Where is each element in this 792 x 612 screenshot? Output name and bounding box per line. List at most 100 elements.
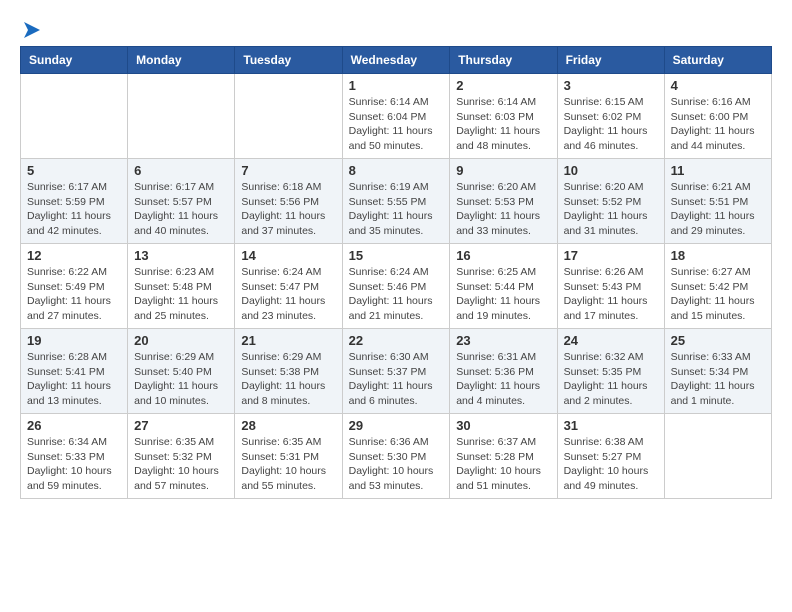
day-info: Sunrise: 6:36 AM Sunset: 5:30 PM Dayligh… <box>349 435 444 494</box>
day-info: Sunrise: 6:27 AM Sunset: 5:42 PM Dayligh… <box>671 265 765 324</box>
day-info: Sunrise: 6:28 AM Sunset: 5:41 PM Dayligh… <box>27 350 121 409</box>
day-number: 26 <box>27 418 121 433</box>
day-number: 11 <box>671 163 765 178</box>
calendar-week-row: 19 Sunrise: 6:28 AM Sunset: 5:41 PM Dayli… <box>21 329 772 414</box>
day-info: Sunrise: 6:17 AM Sunset: 5:59 PM Dayligh… <box>27 180 121 239</box>
day-info: Sunrise: 6:25 AM Sunset: 5:44 PM Dayligh… <box>456 265 550 324</box>
day-info: Sunrise: 6:19 AM Sunset: 5:55 PM Dayligh… <box>349 180 444 239</box>
day-info: Sunrise: 6:35 AM Sunset: 5:32 PM Dayligh… <box>134 435 228 494</box>
calendar-cell <box>235 74 342 159</box>
day-header-wednesday: Wednesday <box>342 47 450 74</box>
day-info: Sunrise: 6:17 AM Sunset: 5:57 PM Dayligh… <box>134 180 228 239</box>
day-info: Sunrise: 6:34 AM Sunset: 5:33 PM Dayligh… <box>27 435 121 494</box>
day-number: 4 <box>671 78 765 93</box>
day-header-thursday: Thursday <box>450 47 557 74</box>
calendar-week-row: 1Sunrise: 6:14 AM Sunset: 6:04 PM Daylig… <box>21 74 772 159</box>
day-number: 18 <box>671 248 765 263</box>
calendar-cell: 23 Sunrise: 6:31 AM Sunset: 5:36 PM Dayli… <box>450 329 557 414</box>
calendar-cell: 16 Sunrise: 6:25 AM Sunset: 5:44 PM Dayli… <box>450 244 557 329</box>
day-header-tuesday: Tuesday <box>235 47 342 74</box>
calendar-cell: 8 Sunrise: 6:19 AM Sunset: 5:55 PM Daylig… <box>342 159 450 244</box>
calendar-cell: 31 Sunrise: 6:38 AM Sunset: 5:27 PM Dayli… <box>557 414 664 499</box>
day-info: Sunrise: 6:24 AM Sunset: 5:47 PM Dayligh… <box>241 265 335 324</box>
day-number: 10 <box>564 163 658 178</box>
day-number: 30 <box>456 418 550 433</box>
calendar-cell: 3 Sunrise: 6:15 AM Sunset: 6:02 PM Daylig… <box>557 74 664 159</box>
page-header <box>20 20 772 36</box>
day-number: 20 <box>134 333 228 348</box>
day-info: Sunrise: 6:20 AM Sunset: 5:53 PM Dayligh… <box>456 180 550 239</box>
day-number: 8 <box>349 163 444 178</box>
calendar-cell: 4 Sunrise: 6:16 AM Sunset: 6:00 PM Daylig… <box>664 74 771 159</box>
logo <box>20 20 42 36</box>
calendar-cell <box>128 74 235 159</box>
day-info: Sunrise: 6:15 AM Sunset: 6:02 PM Dayligh… <box>564 95 658 154</box>
day-number: 3 <box>564 78 658 93</box>
calendar-cell: 19 Sunrise: 6:28 AM Sunset: 5:41 PM Dayli… <box>21 329 128 414</box>
day-number: 12 <box>27 248 121 263</box>
day-info: Sunrise: 6:29 AM Sunset: 5:38 PM Dayligh… <box>241 350 335 409</box>
calendar-cell: 12 Sunrise: 6:22 AM Sunset: 5:49 PM Dayli… <box>21 244 128 329</box>
day-header-saturday: Saturday <box>664 47 771 74</box>
day-number: 15 <box>349 248 444 263</box>
day-header-sunday: Sunday <box>21 47 128 74</box>
calendar-cell: 5 Sunrise: 6:17 AM Sunset: 5:59 PM Daylig… <box>21 159 128 244</box>
calendar-cell: 14 Sunrise: 6:24 AM Sunset: 5:47 PM Dayli… <box>235 244 342 329</box>
calendar-table: SundayMondayTuesdayWednesdayThursdayFrid… <box>20 46 772 499</box>
day-info: Sunrise: 6:21 AM Sunset: 5:51 PM Dayligh… <box>671 180 765 239</box>
calendar-cell: 25 Sunrise: 6:33 AM Sunset: 5:34 PM Dayli… <box>664 329 771 414</box>
day-info: Sunrise: 6:14 AM Sunset: 6:03 PM Dayligh… <box>456 95 550 154</box>
calendar-cell: 30 Sunrise: 6:37 AM Sunset: 5:28 PM Dayli… <box>450 414 557 499</box>
day-number: 27 <box>134 418 228 433</box>
day-info: Sunrise: 6:20 AM Sunset: 5:52 PM Dayligh… <box>564 180 658 239</box>
day-number: 16 <box>456 248 550 263</box>
calendar-cell: 24Sunrise: 6:32 AM Sunset: 5:35 PM Dayli… <box>557 329 664 414</box>
calendar-cell: 22 Sunrise: 6:30 AM Sunset: 5:37 PM Dayli… <box>342 329 450 414</box>
day-info: Sunrise: 6:29 AM Sunset: 5:40 PM Dayligh… <box>134 350 228 409</box>
day-info: Sunrise: 6:26 AM Sunset: 5:43 PM Dayligh… <box>564 265 658 324</box>
logo-icon <box>22 20 42 40</box>
day-info: Sunrise: 6:38 AM Sunset: 5:27 PM Dayligh… <box>564 435 658 494</box>
calendar-cell: 29 Sunrise: 6:36 AM Sunset: 5:30 PM Dayli… <box>342 414 450 499</box>
calendar-cell: 18 Sunrise: 6:27 AM Sunset: 5:42 PM Dayli… <box>664 244 771 329</box>
calendar-week-row: 5 Sunrise: 6:17 AM Sunset: 5:59 PM Daylig… <box>21 159 772 244</box>
day-number: 1 <box>349 78 444 93</box>
day-info: Sunrise: 6:16 AM Sunset: 6:00 PM Dayligh… <box>671 95 765 154</box>
day-number: 29 <box>349 418 444 433</box>
day-number: 28 <box>241 418 335 433</box>
day-header-friday: Friday <box>557 47 664 74</box>
day-info: Sunrise: 6:18 AM Sunset: 5:56 PM Dayligh… <box>241 180 335 239</box>
calendar-header-row: SundayMondayTuesdayWednesdayThursdayFrid… <box>21 47 772 74</box>
calendar-cell: 13 Sunrise: 6:23 AM Sunset: 5:48 PM Dayli… <box>128 244 235 329</box>
day-info: Sunrise: 6:33 AM Sunset: 5:34 PM Dayligh… <box>671 350 765 409</box>
day-number: 13 <box>134 248 228 263</box>
day-number: 14 <box>241 248 335 263</box>
calendar-cell: 2 Sunrise: 6:14 AM Sunset: 6:03 PM Daylig… <box>450 74 557 159</box>
day-number: 23 <box>456 333 550 348</box>
calendar-cell: 10 Sunrise: 6:20 AM Sunset: 5:52 PM Dayli… <box>557 159 664 244</box>
day-number: 22 <box>349 333 444 348</box>
calendar-cell: 28 Sunrise: 6:35 AM Sunset: 5:31 PM Dayli… <box>235 414 342 499</box>
day-number: 25 <box>671 333 765 348</box>
day-number: 6 <box>134 163 228 178</box>
day-info: Sunrise: 6:30 AM Sunset: 5:37 PM Dayligh… <box>349 350 444 409</box>
day-info: Sunrise: 6:23 AM Sunset: 5:48 PM Dayligh… <box>134 265 228 324</box>
calendar-cell: 27 Sunrise: 6:35 AM Sunset: 5:32 PM Dayli… <box>128 414 235 499</box>
calendar-cell: 20 Sunrise: 6:29 AM Sunset: 5:40 PM Dayli… <box>128 329 235 414</box>
day-info: Sunrise: 6:37 AM Sunset: 5:28 PM Dayligh… <box>456 435 550 494</box>
day-info: Sunrise: 6:22 AM Sunset: 5:49 PM Dayligh… <box>27 265 121 324</box>
day-header-monday: Monday <box>128 47 235 74</box>
day-info: Sunrise: 6:35 AM Sunset: 5:31 PM Dayligh… <box>241 435 335 494</box>
calendar-week-row: 26 Sunrise: 6:34 AM Sunset: 5:33 PM Dayli… <box>21 414 772 499</box>
calendar-cell: 26 Sunrise: 6:34 AM Sunset: 5:33 PM Dayli… <box>21 414 128 499</box>
day-number: 5 <box>27 163 121 178</box>
calendar-cell: 17Sunrise: 6:26 AM Sunset: 5:43 PM Dayli… <box>557 244 664 329</box>
day-number: 9 <box>456 163 550 178</box>
day-number: 19 <box>27 333 121 348</box>
calendar-cell: 9 Sunrise: 6:20 AM Sunset: 5:53 PM Daylig… <box>450 159 557 244</box>
day-number: 2 <box>456 78 550 93</box>
day-info: Sunrise: 6:31 AM Sunset: 5:36 PM Dayligh… <box>456 350 550 409</box>
day-number: 21 <box>241 333 335 348</box>
calendar-cell: 6 Sunrise: 6:17 AM Sunset: 5:57 PM Daylig… <box>128 159 235 244</box>
day-number: 31 <box>564 418 658 433</box>
